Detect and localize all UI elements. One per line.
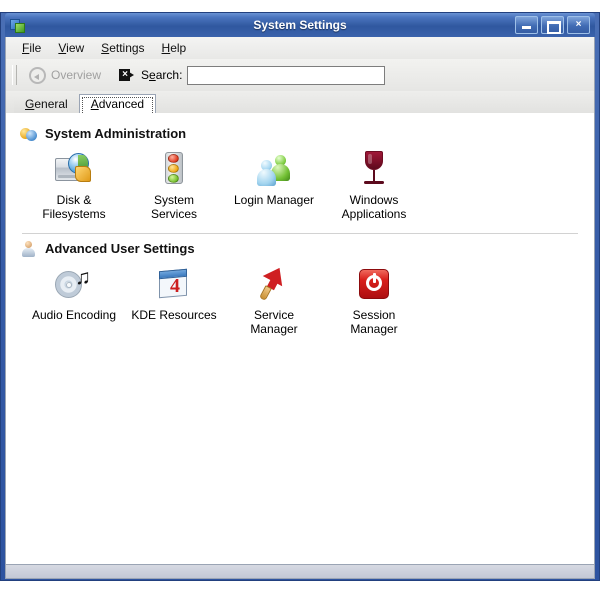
item-system-services-line2: Services [150,207,197,221]
item-audio-encoding-label: Audio Encoding [24,308,124,322]
item-disk-filesystems-label: Disk & Filesystems [24,193,124,221]
item-disk-filesystems-line1: Disk & [56,193,92,207]
group-items-system-administration: Disk & Filesystems System Services Login… [18,146,582,225]
item-service-manager-label: Service Manager [224,308,324,336]
item-session-manager-line1: Session [352,308,396,322]
menu-settings[interactable]: Settings [93,39,153,57]
item-service-manager-line2: Manager [250,322,298,336]
power-button-icon [324,263,424,305]
title-bar[interactable]: System Settings × [5,13,595,37]
item-disk-filesystems[interactable]: Disk & Filesystems [24,146,124,225]
item-system-services[interactable]: System Services [124,146,224,225]
tab-advanced-mnemonic: A [90,97,99,111]
tab-bar: General Advanced [5,91,595,115]
tab-general-mnemonic: G [25,97,35,111]
back-arrow-icon [29,66,46,84]
traffic-light-icon [124,148,224,190]
menu-view[interactable]: View [50,39,93,57]
item-session-manager[interactable]: Session Manager [324,261,424,340]
item-kde-resources-line1: KDE Resources [131,308,217,322]
status-bar [5,565,595,579]
disk-filesystems-icon [24,148,124,190]
item-windows-applications-label: Windows Applications [324,193,424,221]
group-separator [22,233,578,234]
group-items-advanced-user-settings: ♫ Audio Encoding 4 KDE Resources Service… [18,261,582,340]
audio-cd-note-icon: ♫ [24,263,124,305]
tab-advanced-label: dvanced [98,97,145,111]
item-audio-encoding[interactable]: ♫ Audio Encoding [24,261,124,340]
search-label-mnemonic: e [149,68,156,82]
menu-settings-label: ettings [109,41,145,55]
item-windows-applications-line2: Applications [341,207,407,221]
item-login-manager[interactable]: Login Manager [224,146,324,225]
close-button[interactable]: × [567,16,590,34]
two-users-icon [224,148,324,190]
item-kde-resources-label: KDE Resources [124,308,224,322]
toolbar-grip[interactable] [12,65,17,85]
item-system-services-label: System Services [124,193,224,221]
menu-help-label: elp [170,41,187,55]
tab-general[interactable]: General [14,95,79,115]
tool-bar: Overview × Search: [5,59,595,91]
group-title-advanced-user-settings: Advanced User Settings [45,241,195,256]
settings-content-area: System Administration Disk & Filesystems [5,113,595,565]
search-label-post: arch: [155,68,183,82]
overview-button-label: Overview [51,68,102,82]
item-kde-resources[interactable]: 4 KDE Resources [124,261,224,340]
window-title: System Settings [253,18,347,32]
item-system-services-line1: System [153,193,194,207]
application-window: System Settings × File View Settings Hel… [0,12,600,581]
item-session-manager-line2: Manager [350,322,398,336]
item-windows-applications-line1: Windows [349,193,399,207]
item-disk-filesystems-line2: Filesystems [42,207,106,221]
group-header-advanced-user-settings: Advanced User Settings [20,240,582,257]
admin-spheres-icon [20,125,37,142]
menu-file-label: ile [29,41,42,55]
menu-bar: File View Settings Help [5,37,595,59]
item-service-manager-line1: Service [253,308,294,322]
search-input[interactable] [187,65,386,85]
window-controls: × [515,16,595,34]
search-label-pre: S [141,68,150,82]
clear-search-icon[interactable]: × [119,68,135,82]
maximize-button[interactable] [541,16,564,34]
minimize-button[interactable] [515,16,538,34]
menu-help[interactable]: Help [154,39,196,57]
item-session-manager-label: Session Manager [324,308,424,336]
search-label: Search: [141,68,182,82]
menu-view-label: iew [66,41,85,55]
item-login-manager-line1: Login Manager [233,193,315,207]
user-person-icon [20,240,37,257]
menu-file[interactable]: File [14,39,50,57]
menu-view-mnemonic: V [58,41,67,55]
group-header-system-administration: System Administration [20,125,582,142]
tab-advanced[interactable]: Advanced [78,94,157,115]
item-windows-applications[interactable]: Windows Applications [324,146,424,225]
service-arrow-icon [224,262,324,305]
overview-button[interactable]: Overview [23,65,107,86]
tab-general-label: eneral [34,97,68,111]
group-title-system-administration: System Administration [45,126,187,141]
wine-glass-icon [324,148,424,190]
menu-help-mnemonic: H [161,41,171,55]
item-audio-encoding-line1: Audio Encoding [31,308,117,322]
menu-settings-mnemonic: S [101,41,110,55]
system-settings-icon [9,17,25,33]
kde-resources-icon: 4 [124,263,224,305]
item-login-manager-label: Login Manager [224,193,324,207]
item-service-manager[interactable]: Service Manager [224,261,324,340]
